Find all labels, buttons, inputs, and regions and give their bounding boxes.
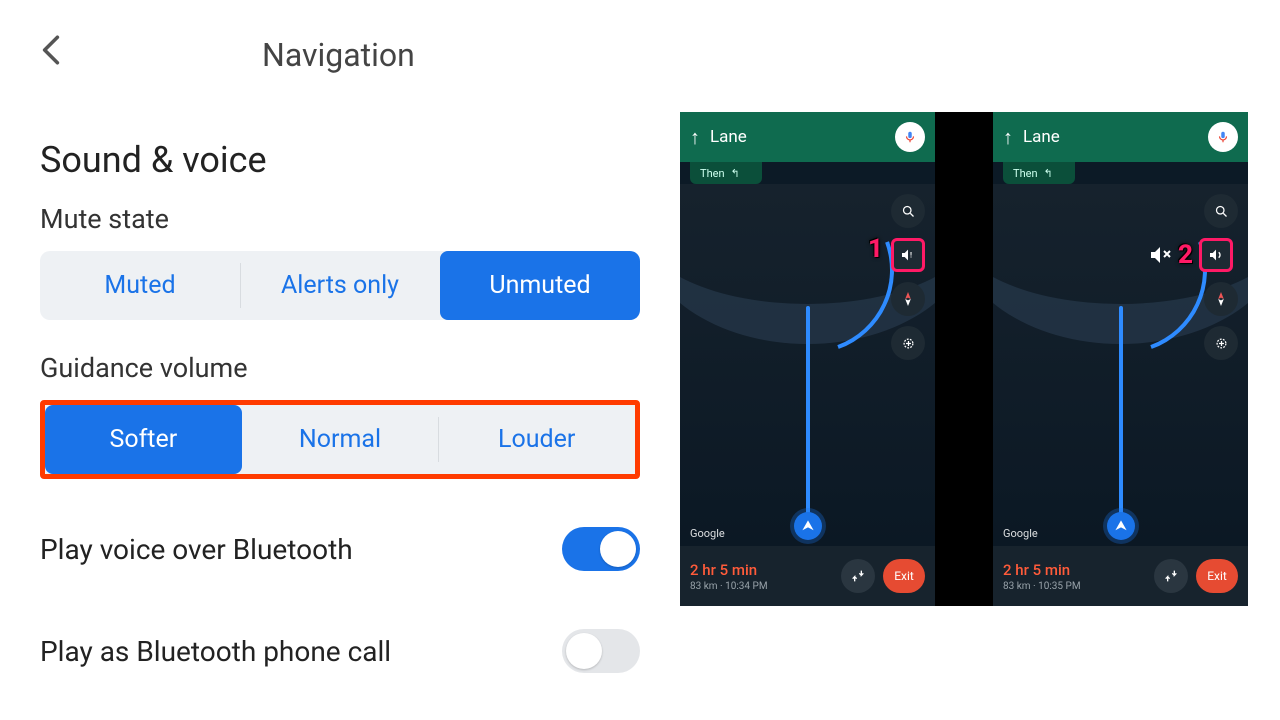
mute-option-unmuted[interactable]: Unmuted bbox=[440, 251, 640, 320]
guidance-volume-label: Guidance volume bbox=[40, 352, 640, 384]
mute-state-segmented: Muted Alerts only Unmuted bbox=[40, 251, 640, 320]
eta-detail: 83 km · 10:34 PM bbox=[690, 581, 833, 592]
sound-alerts-button[interactable]: ! bbox=[891, 238, 925, 272]
play-voice-bluetooth-label: Play voice over Bluetooth bbox=[40, 533, 353, 566]
compass-button[interactable] bbox=[1204, 282, 1238, 316]
nav-top-bar: ↑ Lane bbox=[993, 112, 1248, 162]
alternate-routes-button[interactable] bbox=[1154, 559, 1188, 593]
mic-button[interactable] bbox=[1208, 122, 1238, 152]
play-as-phone-call-label: Play as Bluetooth phone call bbox=[40, 635, 391, 668]
exit-button[interactable]: Exit bbox=[883, 559, 925, 593]
report-button[interactable] bbox=[891, 326, 925, 360]
sound-muted-icon[interactable] bbox=[1148, 243, 1172, 267]
eta-bar: 2 hr 5 min 83 km · 10:35 PM Exit bbox=[993, 546, 1248, 606]
play-as-phone-call-toggle[interactable] bbox=[562, 629, 640, 673]
nav-phone-2: ↑ Lane Then↰ 2 Google bbox=[935, 112, 1248, 606]
exit-button[interactable]: Exit bbox=[1196, 559, 1238, 593]
navigation-screenshots: ↑ Lane Then↰ ! 1 Google 2 hr 5 min 83 km bbox=[680, 112, 1248, 606]
back-button[interactable] bbox=[40, 34, 62, 75]
mute-option-alerts-only[interactable]: Alerts only bbox=[240, 251, 440, 320]
navigation-settings-pane: Navigation Sound & voice Mute state Mute… bbox=[0, 0, 680, 673]
search-button[interactable] bbox=[891, 194, 925, 228]
page-title: Navigation bbox=[262, 36, 415, 74]
eta-bar: 2 hr 5 min 83 km · 10:34 PM Exit bbox=[680, 546, 935, 606]
annotation-2: 2 bbox=[1178, 240, 1193, 270]
lane-label: Lane bbox=[1023, 127, 1198, 147]
eta-detail: 83 km · 10:35 PM bbox=[1003, 581, 1146, 592]
google-brand-label: Google bbox=[690, 527, 725, 540]
svg-text:!: ! bbox=[910, 251, 912, 260]
arrow-up-icon: ↑ bbox=[690, 125, 700, 150]
section-sound-voice: Sound & voice bbox=[40, 139, 640, 181]
volume-option-softer[interactable]: Softer bbox=[45, 405, 242, 474]
mute-state-label: Mute state bbox=[40, 203, 640, 235]
current-location-marker bbox=[794, 512, 822, 540]
mic-button[interactable] bbox=[895, 122, 925, 152]
eta-time: 2 hr 5 min bbox=[1003, 561, 1146, 579]
volume-option-louder[interactable]: Louder bbox=[438, 405, 635, 474]
lane-label: Lane bbox=[710, 127, 885, 147]
compass-button[interactable] bbox=[891, 282, 925, 316]
guidance-volume-segmented: Softer Normal Louder bbox=[40, 400, 640, 479]
nav-map[interactable]: 2 bbox=[993, 184, 1248, 546]
play-voice-bluetooth-toggle[interactable] bbox=[562, 527, 640, 571]
volume-option-normal[interactable]: Normal bbox=[242, 405, 439, 474]
eta-time: 2 hr 5 min bbox=[690, 561, 833, 579]
nav-map[interactable]: ! 1 bbox=[680, 184, 935, 546]
alternate-routes-button[interactable] bbox=[841, 559, 875, 593]
annotation-1: 1 bbox=[868, 234, 883, 264]
then-bar: Then↰ bbox=[1003, 162, 1075, 184]
report-button[interactable] bbox=[1204, 326, 1238, 360]
then-bar: Then↰ bbox=[690, 162, 762, 184]
mute-option-muted[interactable]: Muted bbox=[40, 251, 240, 320]
current-location-marker bbox=[1107, 512, 1135, 540]
nav-top-bar: ↑ Lane bbox=[680, 112, 935, 162]
sound-on-button[interactable] bbox=[1199, 238, 1233, 272]
google-brand-label: Google bbox=[1003, 527, 1038, 540]
arrow-up-icon: ↑ bbox=[1003, 125, 1013, 150]
search-button[interactable] bbox=[1204, 194, 1238, 228]
nav-phone-1: ↑ Lane Then↰ ! 1 Google 2 hr 5 min 83 km bbox=[680, 112, 935, 606]
